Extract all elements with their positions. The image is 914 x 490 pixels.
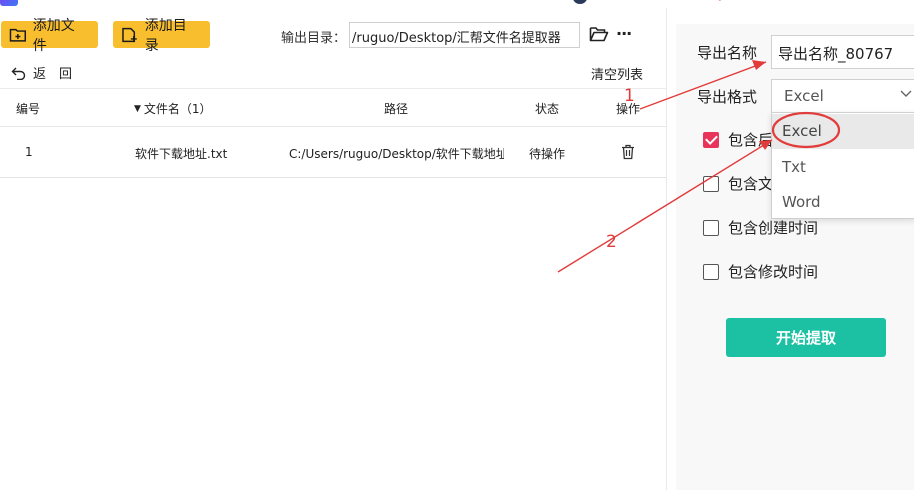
table-header: 编号 ▼ 文件名（1） 路径 状态 操作 bbox=[0, 88, 666, 127]
checkbox-icon bbox=[703, 263, 719, 280]
checkbox-label: 包含创建时间 bbox=[728, 219, 819, 237]
col-filename[interactable]: ▼ 文件名（1） bbox=[134, 100, 212, 117]
table-row[interactable]: 1 软件下载地址.txt C:/Users/ruguo/Desktop/软件下载… bbox=[0, 128, 666, 178]
checkbox-include-modified[interactable]: 包含修改时间 bbox=[703, 261, 818, 282]
back-button[interactable]: 返 回 bbox=[11, 63, 72, 82]
checkbox-include-created[interactable]: 包含创建时间 bbox=[703, 217, 818, 238]
col-path: 路径 bbox=[384, 102, 409, 116]
annotation-label-1: 1 bbox=[624, 86, 635, 106]
add-folder-icon bbox=[122, 27, 137, 42]
start-extract-button[interactable]: 开始提取 bbox=[726, 318, 886, 357]
app-logo bbox=[0, 0, 18, 6]
more-menu-icon[interactable]: ··· bbox=[616, 24, 632, 43]
title-bar bbox=[0, 0, 914, 8]
taskbar-mark bbox=[715, 0, 724, 1]
row-filename: 软件下载地址.txt bbox=[135, 147, 228, 161]
add-file-label: 添加文件 bbox=[32, 17, 75, 54]
col-filename-label: 文件名（1） bbox=[143, 102, 212, 116]
col-index: 编号 bbox=[16, 102, 41, 116]
clear-list-button[interactable]: 清空列表 bbox=[591, 64, 643, 83]
checkbox-label: 包含修改时间 bbox=[728, 263, 819, 281]
checkbox-checked-icon bbox=[703, 131, 719, 148]
row-status: 待操作 bbox=[529, 147, 566, 161]
checkbox-icon bbox=[703, 219, 719, 236]
row-path: C:/Users/ruguo/Desktop/软件下载地址 bbox=[289, 147, 504, 161]
annotation-label-2: 2 bbox=[606, 232, 617, 252]
add-file-button[interactable]: 添加文件 bbox=[1, 18, 98, 54]
back-label: 返 回 bbox=[33, 67, 73, 82]
col-status: 状态 bbox=[535, 102, 560, 116]
folder-open-icon[interactable] bbox=[589, 26, 609, 47]
output-dir-input[interactable]: /ruguo/Desktop/汇帮文件名提取器 bbox=[349, 22, 580, 48]
format-option-word[interactable]: Word bbox=[772, 185, 914, 220]
sort-down-icon: ▼ bbox=[134, 103, 141, 114]
format-dropdown: Excel Txt Word bbox=[771, 112, 914, 219]
format-option-txt[interactable]: Txt bbox=[772, 150, 914, 185]
add-file-icon bbox=[9, 28, 27, 42]
checkbox-icon bbox=[703, 175, 719, 192]
add-folder-button[interactable]: 添加目录 bbox=[113, 18, 210, 54]
output-dir-label: 输出目录： bbox=[281, 31, 347, 46]
pane-divider bbox=[666, 8, 667, 490]
export-format-select[interactable]: Excel bbox=[771, 79, 914, 113]
export-format-label: 导出格式 bbox=[697, 88, 758, 106]
taskbar-icon bbox=[573, 0, 587, 4]
format-option-excel[interactable]: Excel bbox=[772, 114, 914, 149]
export-name-label: 导出名称 bbox=[697, 44, 758, 62]
export-format-value: Excel bbox=[784, 87, 824, 105]
trash-icon[interactable] bbox=[621, 144, 635, 163]
back-arrow-icon bbox=[11, 67, 26, 80]
add-folder-label: 添加目录 bbox=[144, 17, 187, 54]
chevron-down-icon bbox=[900, 90, 912, 97]
row-index: 1 bbox=[25, 145, 33, 159]
export-name-input[interactable]: 导出名称_80767 bbox=[771, 35, 914, 69]
